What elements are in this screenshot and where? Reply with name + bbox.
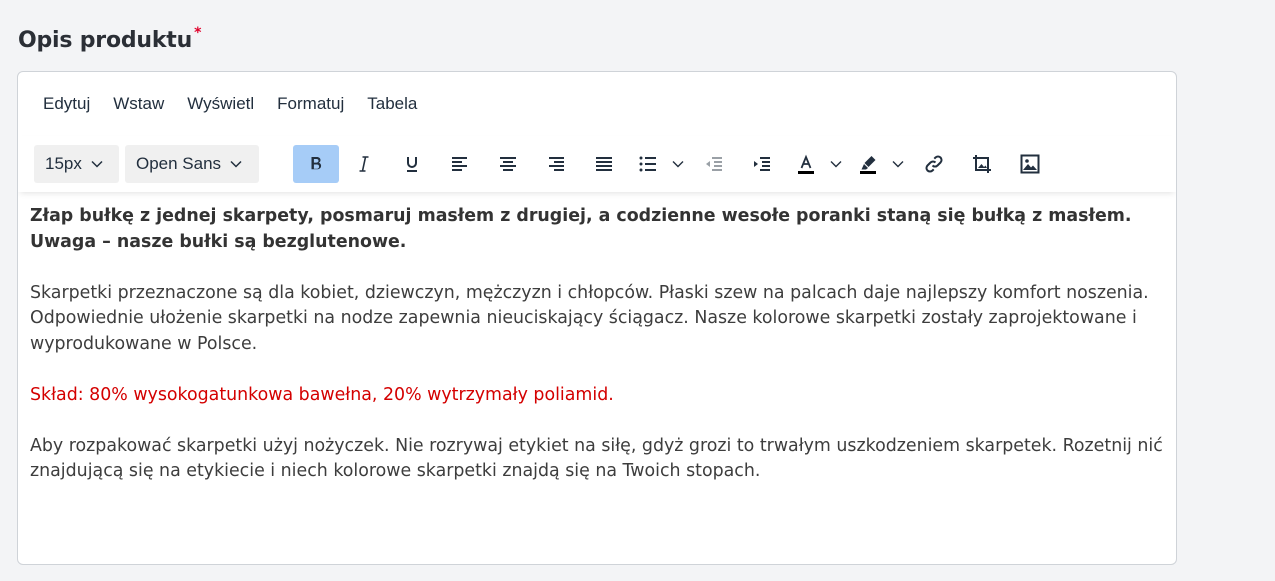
bold-paragraph: Złap bułkę z jednej skarpety, posmaruj m…: [30, 206, 1132, 252]
align-left-icon: [452, 157, 467, 171]
text-color-dropdown[interactable]: [825, 145, 847, 183]
highlight-color-button[interactable]: [849, 145, 887, 183]
font-size-select[interactable]: 15px: [34, 145, 119, 183]
underline-icon: [407, 157, 417, 172]
bullet-list-dropdown[interactable]: [667, 145, 689, 183]
align-center-button[interactable]: [485, 145, 531, 183]
font-family-value: Open Sans: [136, 154, 222, 173]
required-marker: *: [194, 25, 202, 41]
field-label: Opis produktu *: [18, 25, 202, 53]
font-family-select[interactable]: Open Sans: [125, 145, 259, 183]
align-justify-icon: [596, 157, 612, 171]
crop-image-button[interactable]: [959, 145, 1005, 183]
align-right-icon: [549, 157, 564, 171]
highlight-color-split-button: [849, 145, 909, 183]
insert-link-button[interactable]: [911, 145, 957, 183]
description-paragraph: Skarpetki przeznaczone są dla kobiet, dz…: [30, 282, 1149, 354]
text-color-split-button: [787, 145, 847, 183]
bullet-list-button[interactable]: [629, 145, 667, 183]
bullet-list-split-button: [629, 145, 689, 183]
outdent-button[interactable]: [691, 145, 737, 183]
chevron-down-icon: [830, 161, 842, 168]
text-color-icon: [798, 154, 814, 174]
menu-edit[interactable]: Edytuj: [35, 90, 98, 118]
field-label-text: Opis produktu: [18, 28, 193, 53]
indent-button[interactable]: [739, 145, 785, 183]
menu-format[interactable]: Formatuj: [269, 90, 352, 118]
bold-icon: [311, 157, 322, 170]
italic-icon: [359, 156, 369, 172]
crop-image-icon: [973, 155, 991, 173]
editor-menubar: Edytuj Wstaw Wyświetl Formatuj Tabela: [18, 72, 1176, 136]
highlight-color-icon: [860, 156, 876, 174]
outdent-icon: [706, 157, 722, 171]
image-icon: [1020, 154, 1040, 174]
composition-paragraph: Skład: 80% wysokogatunkowa bawełna, 20% …: [30, 384, 614, 405]
insert-image-button[interactable]: [1007, 145, 1053, 183]
indent-icon: [754, 157, 770, 171]
underline-button[interactable]: [389, 145, 435, 183]
chevron-down-icon: [672, 161, 684, 168]
bold-button[interactable]: [293, 145, 339, 183]
align-right-button[interactable]: [533, 145, 579, 183]
menu-insert[interactable]: Wstaw: [105, 90, 172, 118]
align-center-icon: [500, 157, 516, 171]
font-size-value: 15px: [45, 154, 82, 173]
bullet-list-icon: [639, 156, 656, 172]
chevron-down-icon: [91, 160, 103, 168]
chevron-down-icon: [230, 160, 242, 168]
editor-toolbar: 15px Open Sans: [18, 136, 1176, 192]
align-left-button[interactable]: [437, 145, 483, 183]
highlight-color-dropdown[interactable]: [887, 145, 909, 183]
text-color-button[interactable]: [787, 145, 825, 183]
italic-button[interactable]: [341, 145, 387, 183]
unpacking-paragraph: Aby rozpakować skarpetki użyj nożyczek. …: [30, 435, 1163, 482]
chevron-down-icon: [892, 161, 904, 168]
menu-table[interactable]: Tabela: [359, 90, 425, 118]
align-justify-button[interactable]: [581, 145, 627, 183]
link-icon: [925, 155, 943, 173]
rich-text-editor[interactable]: Edytuj Wstaw Wyświetl Formatuj Tabela 15…: [17, 71, 1177, 565]
menu-view[interactable]: Wyświetl: [179, 90, 262, 118]
editor-content-area[interactable]: Złap bułkę z jednej skarpety, posmaruj m…: [30, 204, 1170, 510]
